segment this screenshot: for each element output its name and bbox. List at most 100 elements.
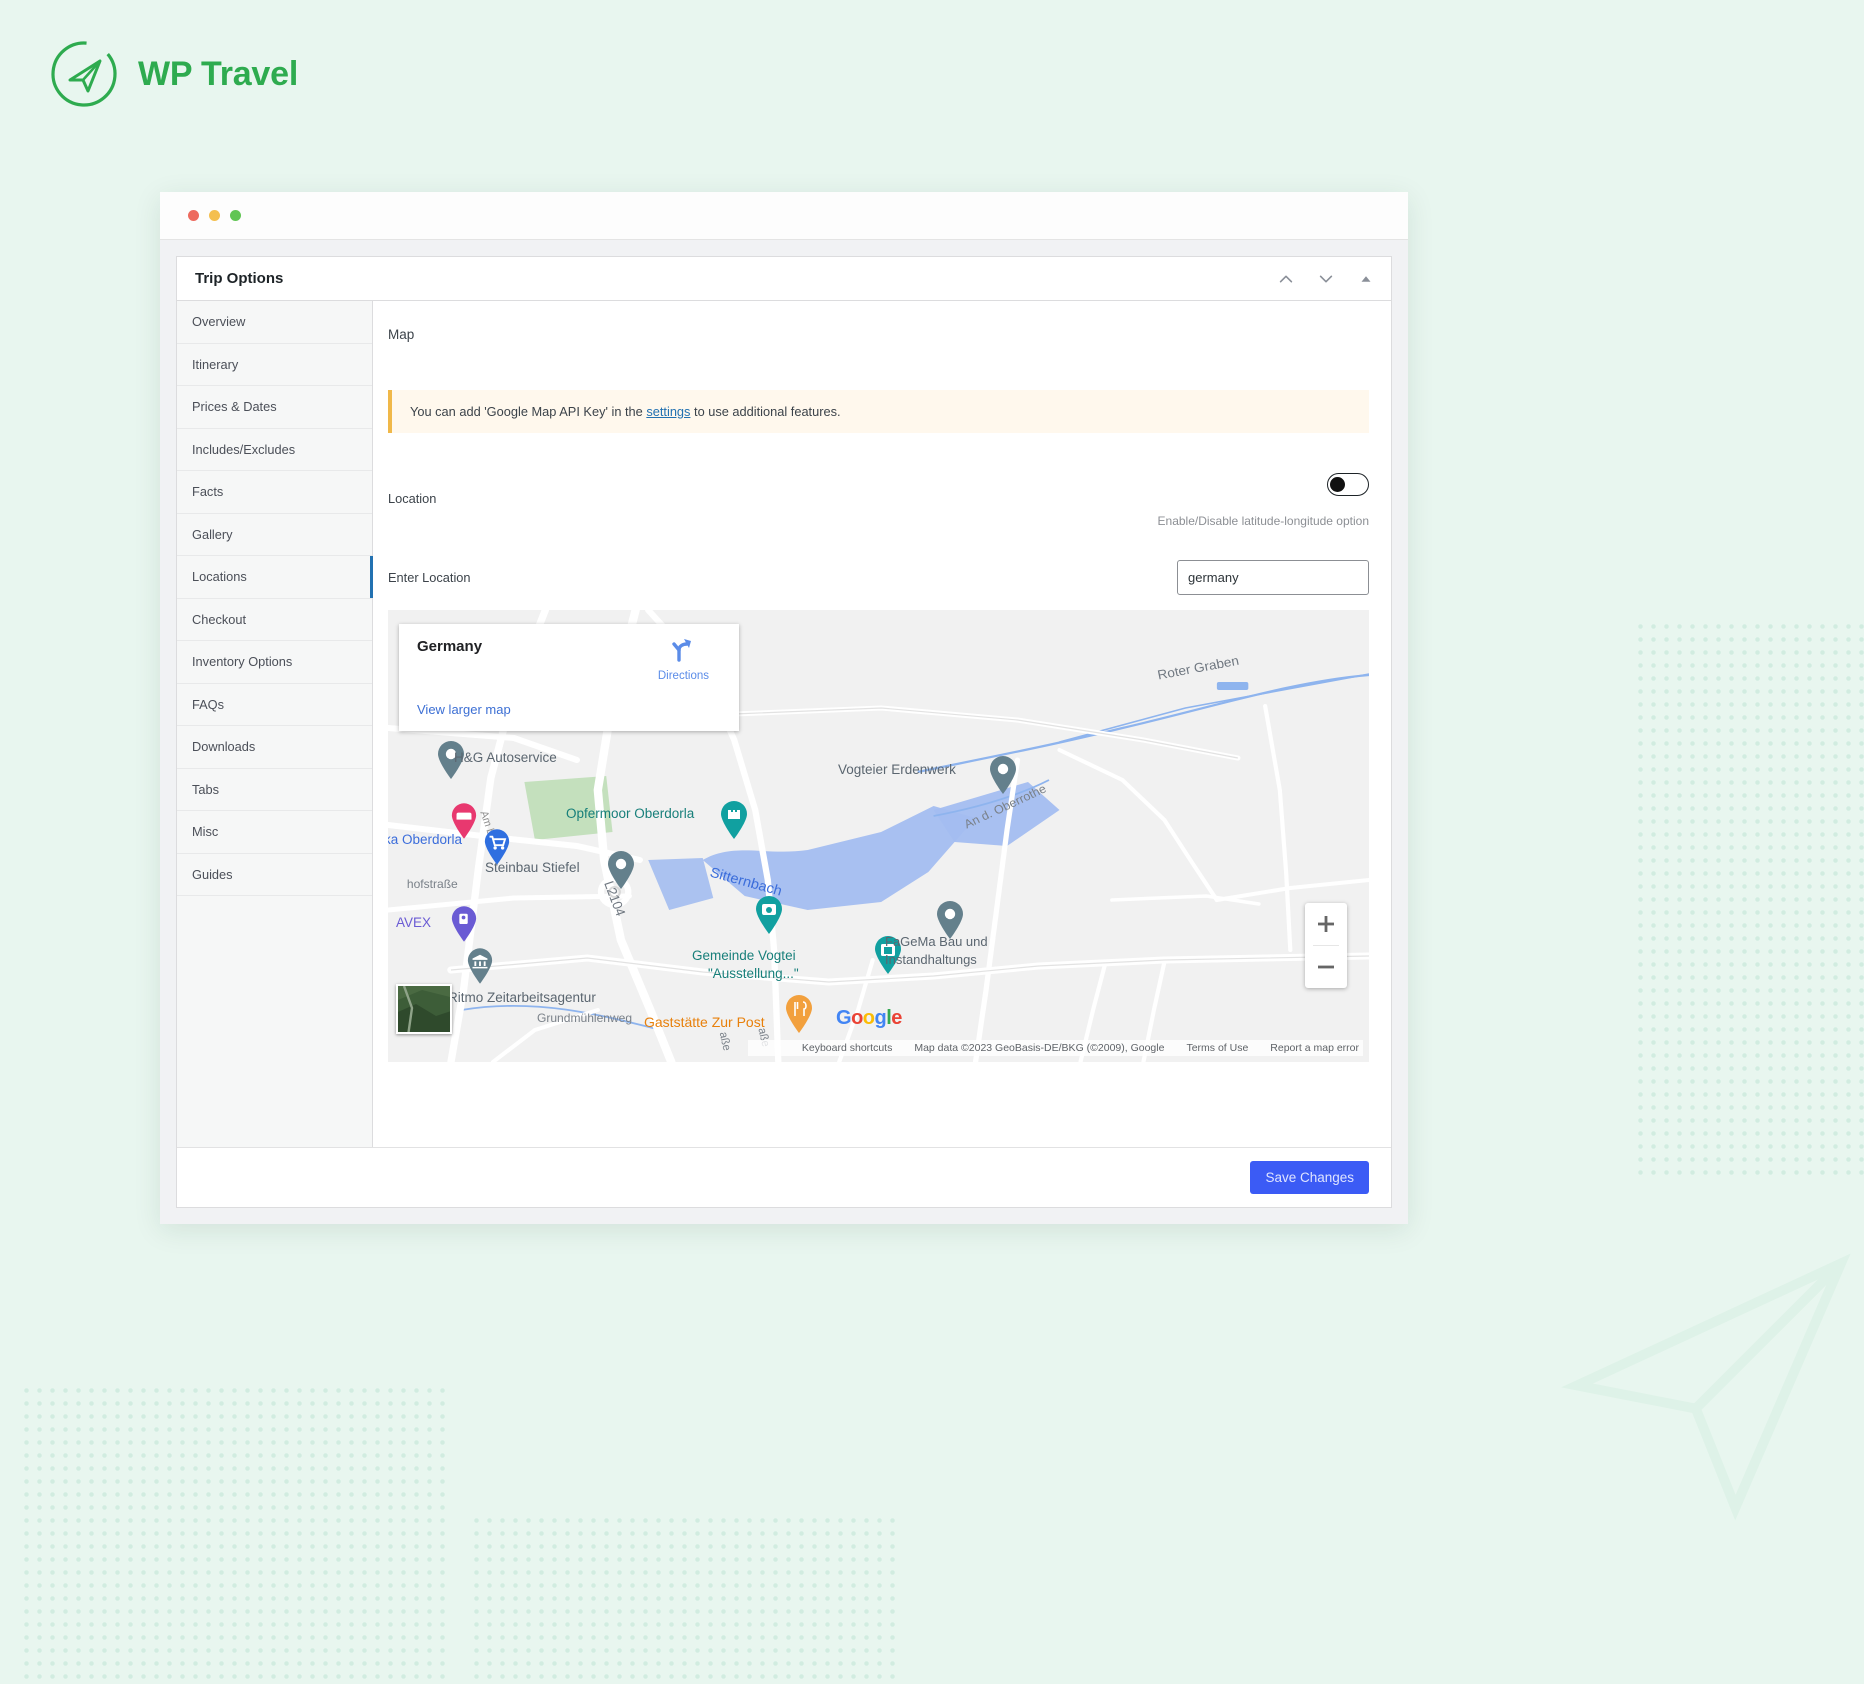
- sidebar-item-gallery[interactable]: Gallery: [177, 513, 372, 556]
- sidebar-item-label: Includes/Excludes: [192, 441, 296, 457]
- panel-header-actions: [1277, 270, 1375, 288]
- keyboard-shortcuts-link[interactable]: Keyboard shortcuts: [802, 1042, 892, 1054]
- collapse-icon[interactable]: [1357, 270, 1375, 288]
- map-pin-fuel[interactable]: [450, 905, 478, 948]
- enter-location-label: Enter Location: [388, 570, 471, 585]
- window-close-button[interactable]: [188, 210, 199, 221]
- sidebar-item-itinerary[interactable]: Itinerary: [177, 343, 372, 386]
- map-label: Gemeinde Vogtei: [692, 948, 796, 963]
- map-label: AVEX: [396, 915, 432, 930]
- latlng-toggle-group: Enable/Disable latitude-longitude option: [1158, 473, 1369, 528]
- window-maximize-button[interactable]: [230, 210, 241, 221]
- svg-text:hofstraße: hofstraße: [407, 878, 458, 891]
- map-label: Instandhaltungs: [885, 952, 977, 967]
- map-pin-generic[interactable]: [606, 850, 636, 895]
- map-attribution: Keyboard shortcuts Map data ©2023 GeoBas…: [748, 1040, 1363, 1056]
- directions-icon: [672, 639, 692, 662]
- sidebar-item-label: Facts: [192, 484, 224, 500]
- map-pin-photo[interactable]: [754, 895, 784, 940]
- locations-content: Map You can add 'Google Map API Key' in …: [373, 301, 1391, 1147]
- window-minimize-button[interactable]: [209, 210, 220, 221]
- map-label: FaGeMa Bau und: [885, 934, 988, 949]
- sidebar-item-overview[interactable]: Overview: [177, 301, 372, 344]
- map-pin-bank[interactable]: [466, 947, 494, 990]
- save-changes-button[interactable]: Save Changes: [1250, 1161, 1369, 1194]
- notice-text-before: You can add 'Google Map API Key' in the: [410, 404, 647, 419]
- map-label: "Ausstellung...": [708, 966, 799, 981]
- map-label: Vogteier Erdenwerk: [838, 762, 956, 777]
- sidebar-item-label: Overview: [192, 314, 246, 330]
- sidebar-item-misc[interactable]: Misc: [177, 811, 372, 854]
- location-toggle-row: Location Enable/Disable latitude-longitu…: [388, 473, 1369, 528]
- plus-icon: [1318, 916, 1334, 932]
- window-titlebar: [160, 192, 1408, 240]
- zoom-in-button[interactable]: [1305, 903, 1347, 945]
- sidebar-item-tabs[interactable]: Tabs: [177, 768, 372, 811]
- decor-dots-right: [1634, 620, 1864, 1180]
- sidebar-item-label: Misc: [192, 824, 219, 840]
- map-pin-restaurant[interactable]: [784, 994, 814, 1039]
- sidebar-item-label: Itinerary: [192, 356, 239, 372]
- toggle-knob: [1330, 477, 1345, 492]
- sidebar-item-guides[interactable]: Guides: [177, 853, 372, 896]
- map-label: Ritmo Zeitarbeitsagentur: [448, 990, 596, 1005]
- map-pin-landmark[interactable]: [719, 800, 749, 845]
- sidebar-item-faqs[interactable]: FAQs: [177, 683, 372, 726]
- sidebar-item-includes-excludes[interactable]: Includes/Excludes: [177, 428, 372, 471]
- sidebar-item-facts[interactable]: Facts: [177, 471, 372, 514]
- decor-plane-watermark: [1561, 1253, 1851, 1521]
- zoom-out-button[interactable]: [1305, 946, 1347, 988]
- sidebar-item-inventory-options[interactable]: Inventory Options: [177, 641, 372, 684]
- map-label: Opfermoor Oberdorla: [566, 806, 695, 821]
- panel-main: Overview Itinerary Prices & Dates Includ…: [177, 301, 1391, 1147]
- page-title: Trip Options: [195, 270, 284, 287]
- trip-options-sidebar: Overview Itinerary Prices & Dates Includ…: [177, 301, 373, 1147]
- terms-of-use-link[interactable]: Terms of Use: [1186, 1042, 1248, 1054]
- section-title: Map: [388, 327, 415, 342]
- google-map[interactable]: Am bhf Roter Graben An d. Oberrothe L210…: [388, 610, 1369, 1062]
- browser-window: Trip Options Overview Itinerary Prices &…: [160, 192, 1408, 1224]
- paper-plane-icon: [48, 38, 120, 110]
- brand-logo: WP Travel: [48, 38, 298, 110]
- map-pin-generic[interactable]: [988, 755, 1018, 800]
- map-zoom-controls: [1305, 903, 1347, 988]
- sidebar-item-label: Guides: [192, 866, 233, 882]
- sidebar-item-checkout[interactable]: Checkout: [177, 598, 372, 641]
- panel-header: Trip Options: [177, 257, 1391, 301]
- sidebar-item-label: Downloads: [192, 739, 256, 755]
- toggle-help-text: Enable/Disable latitude-longitude option: [1157, 514, 1369, 528]
- directions-button[interactable]: Directions: [658, 636, 709, 682]
- report-map-error-link[interactable]: Report a map error: [1270, 1042, 1359, 1054]
- svg-text:Grundmühlenweg: Grundmühlenweg: [537, 1012, 632, 1025]
- sidebar-item-downloads[interactable]: Downloads: [177, 726, 372, 769]
- sidebar-item-prices-dates[interactable]: Prices & Dates: [177, 386, 372, 429]
- decor-dots-left: [20, 1384, 450, 1684]
- brand-name: WP Travel: [138, 54, 299, 93]
- minus-icon: [1318, 965, 1334, 969]
- settings-link[interactable]: settings: [646, 404, 690, 419]
- google-logo: Google: [836, 1007, 902, 1029]
- map-info-card: Germany Directions View larger map: [399, 624, 739, 731]
- sidebar-item-label: FAQs: [192, 696, 224, 712]
- map-label: Gaststätte Zur Post: [644, 1014, 765, 1030]
- enter-location-input[interactable]: [1177, 560, 1369, 595]
- latitude-longitude-toggle[interactable]: [1327, 473, 1369, 496]
- sidebar-item-label: Prices & Dates: [192, 399, 277, 415]
- map-label: H&G Autoservice: [454, 750, 557, 765]
- directions-label: Directions: [657, 670, 709, 682]
- map-label: ka Oberdorla: [388, 832, 463, 847]
- move-up-icon[interactable]: [1277, 270, 1295, 288]
- enter-location-row: Enter Location: [388, 560, 1369, 595]
- satellite-thumbnail-toggle[interactable]: [396, 984, 452, 1034]
- panel-footer: Save Changes: [177, 1147, 1391, 1207]
- move-down-icon[interactable]: [1317, 270, 1335, 288]
- api-key-notice: You can add 'Google Map API Key' in the …: [388, 390, 1369, 433]
- wordpress-admin-body: Trip Options Overview Itinerary Prices &…: [160, 240, 1408, 1224]
- view-larger-map-link[interactable]: View larger map: [417, 702, 511, 717]
- notice-text-after: to use additional features.: [690, 404, 841, 419]
- sidebar-item-locations[interactable]: Locations: [177, 556, 373, 599]
- sidebar-item-label: Locations: [192, 569, 247, 585]
- sidebar-item-label: Inventory Options: [192, 654, 293, 670]
- sidebar-item-label: Gallery: [192, 526, 233, 542]
- map-label: Steinbau Stiefel: [485, 860, 580, 875]
